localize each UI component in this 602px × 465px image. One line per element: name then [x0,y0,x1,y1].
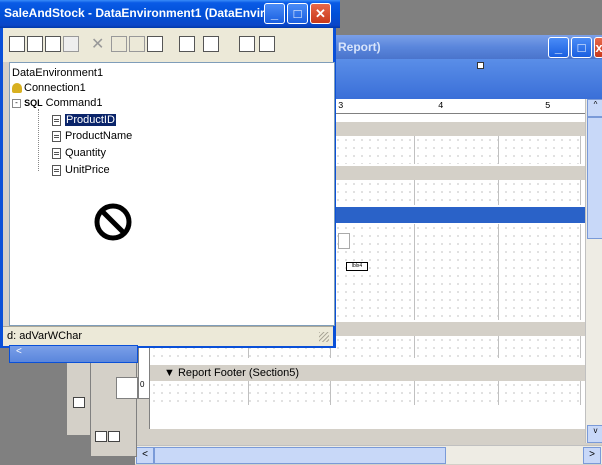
minimize-icon: _ [270,6,279,21]
report-footer-bar[interactable]: ▼ Report Footer (Section5) [150,364,600,382]
arrange-by-object-button[interactable] [259,36,275,52]
horizontal-scrollbar[interactable]: < > [135,445,602,464]
subwindow-2-icon-b [108,431,120,442]
data-env-toolbar: ✕ [3,28,333,62]
resize-grip-icon[interactable] [319,332,329,342]
view-code-button[interactable] [179,36,195,52]
delete-button[interactable]: ✕ [91,34,109,53]
insert-stored-procedure-button[interactable] [45,36,61,52]
background-subwindow-3 [116,377,138,399]
report-footer-label: Report Footer (Section5) [177,367,300,379]
no-drop-cursor-icon [94,203,132,241]
field-label-productname: ProductName [65,130,133,142]
collapse-icon[interactable]: - [12,98,21,108]
connection-icon [12,83,22,94]
data-environment-window: SaleAndStock - DataEnvironment1 (DataEnv… [0,0,340,348]
view-object-button[interactable] [203,36,219,52]
scroll-left-icon: < [142,449,148,460]
scroll-up-button[interactable]: ^ [587,99,602,117]
add-command-button[interactable] [27,36,43,52]
tree-field-unitprice[interactable]: UnitPrice [52,163,110,177]
tree-command-label: Command1 [45,97,103,109]
report-footer-arrow-icon: ▼ [164,367,175,379]
tree-connector-line [38,109,40,171]
hscroll-thumb[interactable] [154,447,446,464]
field-label-productid: ProductID [65,114,116,126]
data-env-close-button[interactable]: ✕ [310,3,331,24]
tree-connection-label: Connection1 [24,82,86,94]
subwindow-2-icon [95,431,107,442]
section-grid-footer[interactable] [150,381,586,405]
vertical-ruler-zero: 0 [140,380,145,389]
data-env-minimize-button[interactable]: _ [264,3,285,24]
add-child-command-button[interactable] [63,36,79,52]
report-label-control[interactable]: lblx4 [346,262,368,271]
field-icon [52,164,61,176]
report-window-title: Report) [338,40,381,54]
report-minimize-button[interactable]: _ [548,37,569,58]
scroll-left-button[interactable]: < [136,447,154,464]
field-icon [52,147,61,159]
field-icon [52,130,61,142]
maximize-icon: □ [293,6,302,21]
tree-field-productname[interactable]: ProductName [52,129,132,143]
tree-connection[interactable]: Connection1 [12,81,86,95]
data-env-maximize-button[interactable]: □ [287,3,308,24]
vertical-scrollbar[interactable]: ^ v [585,99,602,443]
scroll-right-button[interactable]: > [583,447,601,464]
maximize-icon: □ [577,40,586,55]
tree-field-productid[interactable]: ProductID [52,113,116,127]
data-env-titlebar[interactable]: SaleAndStock - DataEnvironment1 (DataEnv… [0,0,340,28]
arrange-by-connection-button[interactable] [239,36,255,52]
properties-edge-icon: < [16,346,22,357]
field-label-unitprice: UnitPrice [65,164,110,176]
scroll-thumb[interactable] [587,117,602,239]
report-maximize-button[interactable]: □ [571,37,592,58]
properties-button[interactable] [147,36,163,52]
subwindow-1-icon [73,397,85,408]
report-selection-handle[interactable] [477,62,484,69]
data-env-statusbar: d: adVarWChar [3,326,333,346]
ruler-number-3: 3 [338,101,344,111]
sql-icon: SQL [24,98,43,109]
add-connection-button[interactable] [9,36,25,52]
design-button[interactable] [129,36,145,52]
tree-field-quantity[interactable]: Quantity [52,146,106,160]
properties-window-edge: < [9,345,138,363]
ruler-number-4: 4 [438,101,444,111]
data-env-title: SaleAndStock - DataEnvironment1 (DataEnv… [4,6,283,20]
tree-command[interactable]: - SQL Command1 [12,96,103,110]
data-env-tree[interactable]: DataEnvironment1 Connection1 - SQL Comma… [9,62,335,326]
close-icon: ✕ [315,6,326,21]
ruler-number-5: 5 [545,101,551,111]
field-label-quantity: Quantity [65,147,106,159]
report-close-button[interactable]: x [594,37,602,58]
report-control-box[interactable] [338,233,350,249]
scroll-down-button[interactable]: v [587,425,602,443]
vertical-ruler: 0 [138,345,150,399]
status-text: d: adVarWChar [7,330,82,342]
close-icon: x [595,40,602,55]
background-subwindow-2[interactable] [90,350,137,457]
scroll-right-icon: > [589,449,595,460]
refresh-button[interactable] [111,36,127,52]
field-icon [52,114,61,126]
minimize-icon: _ [554,40,563,55]
tree-root[interactable]: DataEnvironment1 [12,66,103,80]
